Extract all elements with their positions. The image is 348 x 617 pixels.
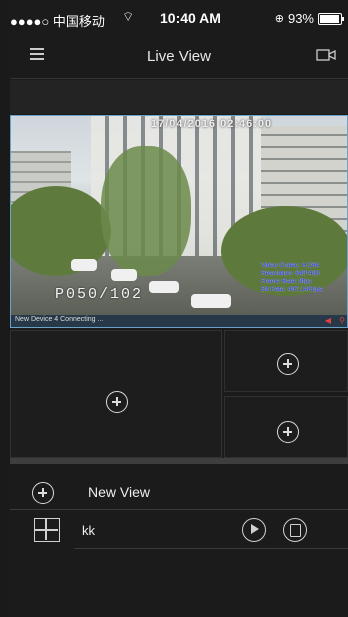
new-view-row[interactable]: New View <box>10 474 348 510</box>
osd-line: Bit Rate: 497.14Kbps <box>261 286 323 293</box>
row-divider <box>10 509 348 510</box>
record-icon[interactable]: ⚲ <box>339 316 345 325</box>
add-channel-icon[interactable] <box>106 391 128 413</box>
device-status: New Device 4 Connecting ... <box>15 316 104 323</box>
add-view-icon[interactable] <box>32 482 54 504</box>
osd-line: Frame Rate: 8fps <box>261 278 312 285</box>
add-channel-icon[interactable] <box>277 353 299 375</box>
rotation-lock-icon: ⊕ <box>274 13 284 25</box>
nav-bar: Live View <box>10 36 348 78</box>
app-frame: ●●●●○ 中国移动 ⌔ 10:40 AM ⊕ 93% Live View 17… <box>10 0 348 617</box>
osd-line: Video Codec: H.264 <box>261 262 320 269</box>
panel-divider <box>10 458 348 464</box>
battery-fill <box>320 14 339 23</box>
video-slot-large[interactable] <box>10 330 222 458</box>
video-stream-info: Video Codec: H.264 Resolution: 640*480 F… <box>261 262 322 294</box>
video-car <box>111 269 137 281</box>
video-tree <box>101 146 191 276</box>
layout-grid-icon <box>34 518 60 542</box>
camera-icon[interactable] <box>316 48 336 67</box>
battery-percent: 93% <box>287 11 314 26</box>
page-title: Live View <box>147 48 211 65</box>
nav-divider <box>10 78 348 79</box>
view-item-label: kk <box>82 523 95 538</box>
battery-icon <box>318 12 344 25</box>
video-car <box>149 281 179 293</box>
play-icon[interactable] <box>242 518 266 542</box>
video-slot-bottom-right[interactable] <box>224 396 348 458</box>
video-timestamp: 17/04/2016 02:46:00 <box>151 118 273 130</box>
clock: 10:40 AM <box>160 10 221 26</box>
new-view-label: New View <box>88 484 150 500</box>
video-car <box>71 259 97 271</box>
battery-indicator: ⊕ 93% <box>274 11 344 26</box>
save-icon[interactable] <box>283 518 307 542</box>
osd-line: Resolution: 640*480 <box>261 270 320 277</box>
speaker-muted-icon[interactable]: ◀ <box>325 316 331 325</box>
row-divider <box>74 548 348 549</box>
status-bar: ●●●●○ 中国移动 ⌔ 10:40 AM ⊕ 93% <box>10 0 348 40</box>
video-slot-top-right[interactable] <box>224 330 348 392</box>
view-list-item[interactable]: kk <box>10 512 348 548</box>
video-car <box>191 294 231 308</box>
video-camera-label: P050/102 <box>55 286 144 303</box>
add-channel-icon[interactable] <box>277 421 299 443</box>
carrier-label: ●●●●○ 中国移动 <box>10 14 105 29</box>
video-grid <box>10 330 348 458</box>
video-status-bar: New Device 4 Connecting ... ◀ ⚲ <box>11 315 347 327</box>
wifi-icon: ⌔ <box>122 9 135 24</box>
live-video-window[interactable]: 17/04/2016 02:46:00 P050/102 Video Codec… <box>10 115 348 328</box>
empty-band <box>10 80 348 114</box>
